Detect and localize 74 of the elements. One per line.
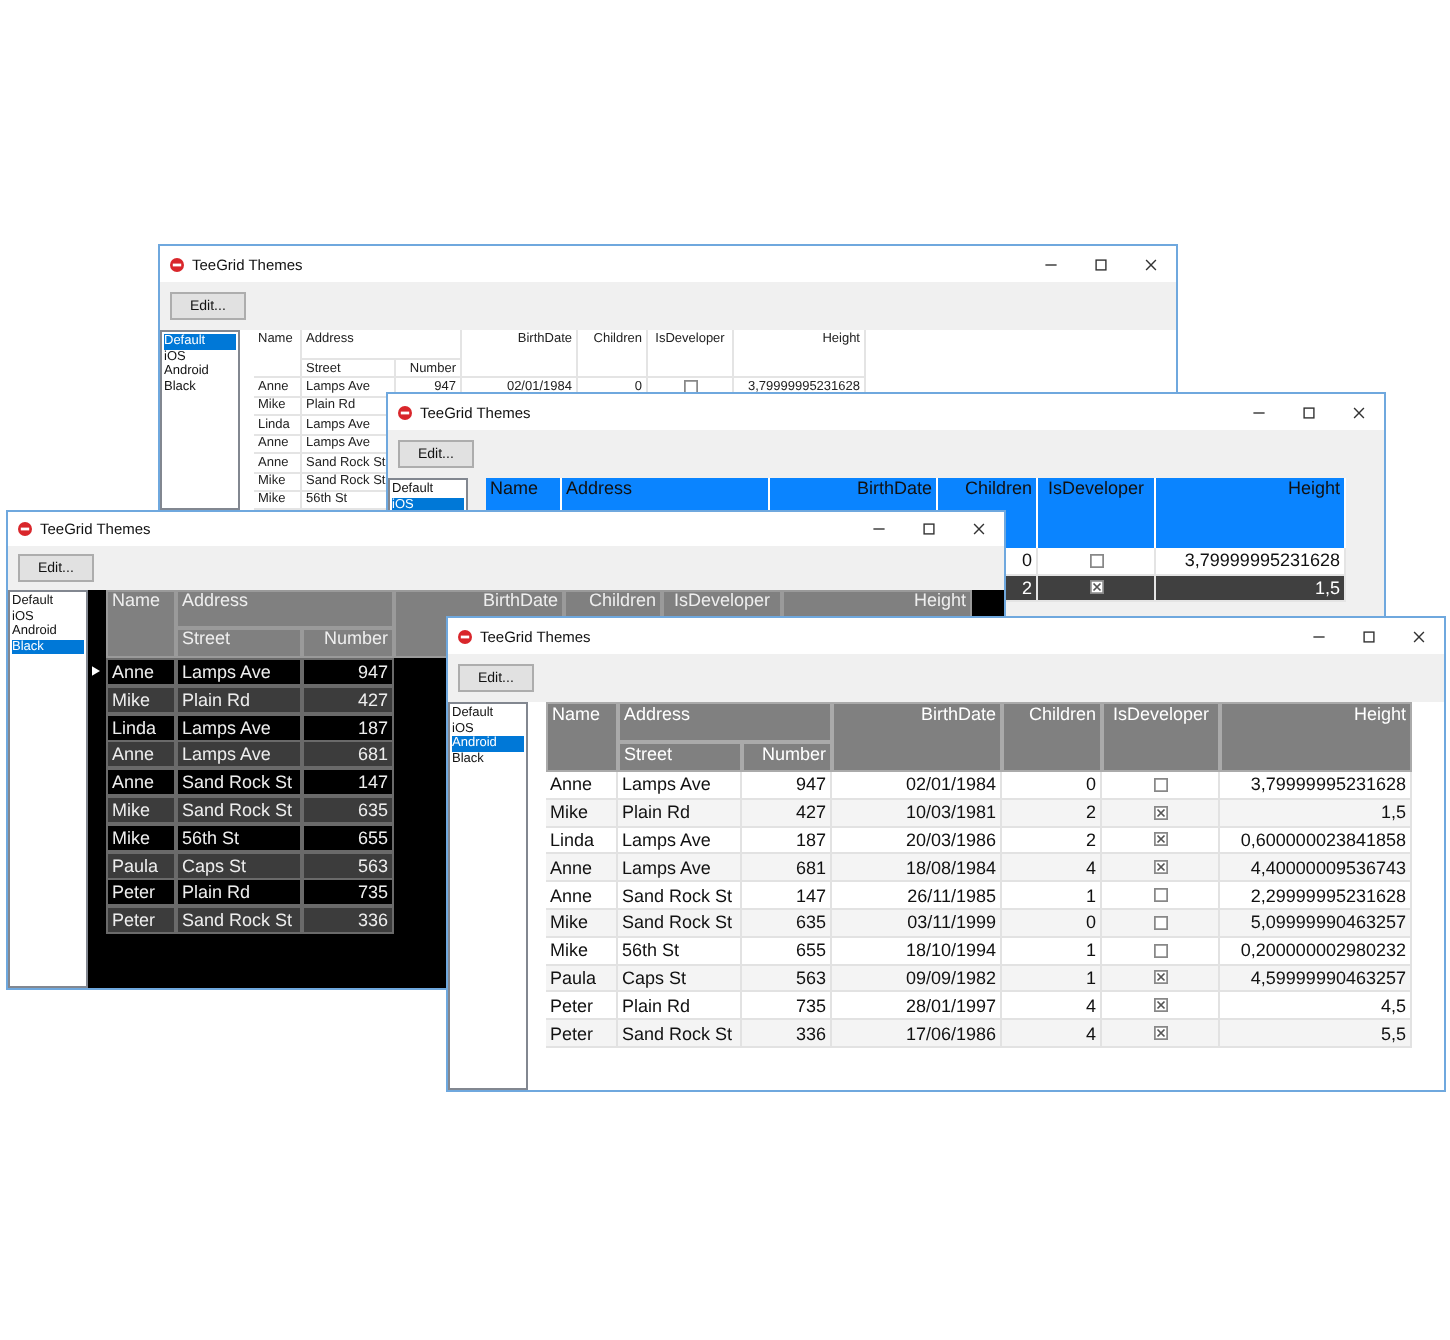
table-cell: Plain Rd xyxy=(176,878,302,907)
close-icon[interactable] xyxy=(972,522,986,536)
column-header[interactable]: Children xyxy=(964,480,1032,500)
table-cell: 147 xyxy=(302,768,394,797)
close-icon[interactable] xyxy=(1352,405,1366,419)
table-cell: Mike xyxy=(106,795,176,824)
table-cell: 655 xyxy=(302,823,394,852)
column-header[interactable]: Name xyxy=(490,480,539,500)
checkbox[interactable] xyxy=(1153,998,1167,1013)
table-cell: 336 xyxy=(742,1020,832,1048)
checkbox[interactable] xyxy=(1153,832,1167,847)
table-cell: Lamps Ave xyxy=(176,713,302,742)
table-cell: 427 xyxy=(302,685,394,714)
checkbox[interactable] xyxy=(1153,777,1167,792)
table-cell: Linda xyxy=(106,713,176,742)
close-icon[interactable] xyxy=(1144,257,1158,271)
table-cell: Mike xyxy=(106,685,176,714)
maximize-icon[interactable] xyxy=(922,522,936,536)
maximize-icon[interactable] xyxy=(1302,405,1316,419)
table-cell: Peter xyxy=(106,906,176,935)
table-cell: Mike xyxy=(106,823,176,852)
maximize-icon[interactable] xyxy=(1362,629,1376,643)
table-cell: Peter xyxy=(546,1020,618,1048)
maximize-icon[interactable] xyxy=(1094,257,1108,271)
table-cell: 681 xyxy=(302,740,394,769)
table-cell: Paula xyxy=(106,851,176,880)
table-cell: 947 xyxy=(302,658,394,686)
column-header[interactable]: Address xyxy=(624,706,691,726)
table-cell: 563 xyxy=(302,851,394,880)
table-cell: Lamps Ave xyxy=(176,740,302,769)
table-cell: Anne xyxy=(106,740,176,769)
table-cell: 56th St xyxy=(176,823,302,852)
column-header[interactable]: Address xyxy=(182,592,249,612)
app-logo-icon xyxy=(458,629,472,643)
checkbox[interactable] xyxy=(1089,580,1103,595)
column-header[interactable]: BirthDate xyxy=(482,592,558,612)
checkbox[interactable] xyxy=(1153,805,1167,820)
table-cell: Sand Rock St xyxy=(176,768,302,797)
table-cell: Sand Rock St xyxy=(618,1020,742,1048)
table-cell: Plain Rd xyxy=(176,685,302,714)
table-cell: 635 xyxy=(302,795,394,824)
column-header[interactable]: BirthDate xyxy=(856,480,932,500)
column-header[interactable]: Height xyxy=(1287,480,1340,500)
column-header[interactable]: Name xyxy=(552,706,601,726)
checkbox[interactable] xyxy=(1089,553,1103,568)
table-cell: Anne xyxy=(106,768,176,797)
table-cell: 1,5 xyxy=(1156,575,1346,602)
table-cell: 4 xyxy=(1002,1020,1102,1048)
table-cell: 187 xyxy=(302,713,394,742)
checkbox[interactable] xyxy=(1153,915,1167,930)
close-icon[interactable] xyxy=(1412,629,1426,643)
app-logo-icon xyxy=(398,405,412,419)
table-cell: 735 xyxy=(302,878,394,907)
checkbox[interactable] xyxy=(1153,860,1167,875)
column-header[interactable]: Address xyxy=(566,480,633,500)
table-cell: 5,5 xyxy=(1220,1020,1412,1048)
table-cell: Caps St xyxy=(176,851,302,880)
table-cell: 336 xyxy=(302,906,394,935)
table-cell: Anne xyxy=(106,658,176,686)
app-logo-icon xyxy=(170,257,184,271)
minimize-icon[interactable] xyxy=(872,522,886,536)
table-cell: Lamps Ave xyxy=(176,658,302,686)
checkbox[interactable] xyxy=(1153,943,1167,958)
column-header[interactable]: BirthDate xyxy=(920,706,996,726)
table-cell: 17/06/1986 xyxy=(832,1020,1002,1048)
column-header[interactable]: Children xyxy=(1028,706,1096,726)
app-logo-icon xyxy=(18,522,32,536)
checkbox[interactable] xyxy=(1153,970,1167,985)
column-header[interactable]: Height xyxy=(1353,706,1406,726)
table-cell: Sand Rock St xyxy=(176,795,302,824)
table-cell: Peter xyxy=(106,878,176,907)
checkbox[interactable] xyxy=(1153,888,1167,903)
checkbox[interactable] xyxy=(1153,1026,1167,1041)
table-cell: Sand Rock St xyxy=(176,906,302,935)
